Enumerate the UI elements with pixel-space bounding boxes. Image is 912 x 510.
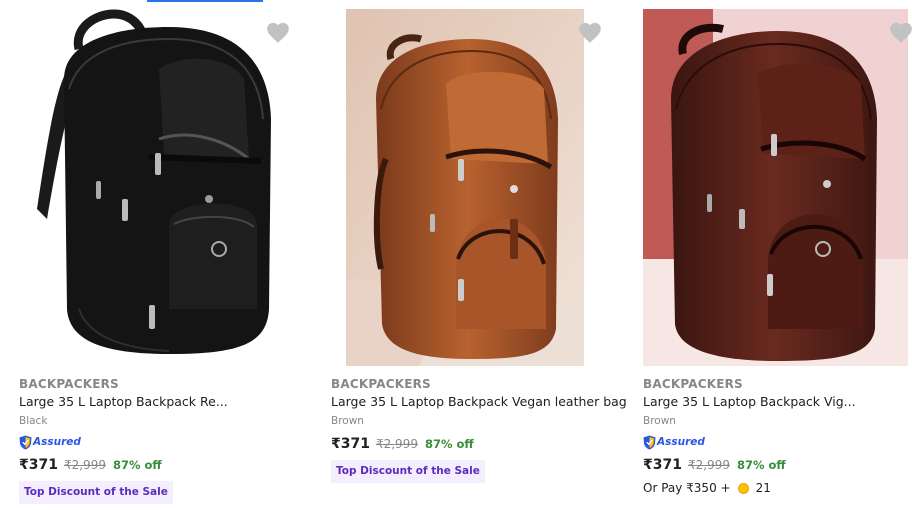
selling-price: ₹371 — [19, 457, 58, 473]
product-brand: BACKPACKERS — [19, 377, 119, 391]
product-image[interactable] — [346, 9, 584, 366]
supercoin-icon — [737, 482, 749, 494]
product-color: Black — [19, 415, 48, 427]
original-price: ₹2,999 — [687, 458, 730, 472]
price-row: ₹371 ₹2,999 87% off — [331, 436, 474, 452]
assured-label: Assured — [657, 436, 705, 448]
product-title[interactable]: Large 35 L Laptop Backpack Vegan leather… — [331, 394, 627, 409]
offer-badge: Top Discount of the Sale — [19, 481, 173, 504]
product-brand: BACKPACKERS — [331, 377, 431, 391]
product-color: Brown — [643, 415, 676, 427]
product-title[interactable]: Large 35 L Laptop Backpack Re... — [19, 394, 228, 409]
product-title[interactable]: Large 35 L Laptop Backpack Vig... — [643, 394, 856, 409]
wishlist-heart-icon[interactable] — [265, 20, 291, 46]
product-color: Brown — [331, 415, 364, 427]
assured-badge: Assured — [643, 434, 705, 450]
wishlist-heart-icon[interactable] — [888, 20, 912, 46]
coin-count: 21 — [755, 481, 771, 495]
or-pay-text: Or Pay ₹350 + — [643, 481, 731, 495]
product-image[interactable] — [643, 9, 908, 366]
selling-price: ₹371 — [331, 436, 370, 452]
product-image[interactable] — [19, 9, 287, 366]
price-row: ₹371 ₹2,999 87% off — [19, 457, 162, 473]
assured-shield-icon — [643, 435, 656, 449]
assured-label: Assured — [33, 436, 81, 448]
assured-badge: Assured — [19, 434, 81, 450]
assured-shield-icon — [19, 435, 32, 449]
discount-percent: 87% off — [112, 458, 162, 472]
original-price: ₹2,999 — [375, 437, 418, 451]
original-price: ₹2,999 — [63, 458, 106, 472]
selling-price: ₹371 — [643, 457, 682, 473]
product-card[interactable]: BACKPACKERS Large 35 L Laptop Backpack V… — [331, 0, 627, 510]
price-row: ₹371 ₹2,999 87% off — [643, 457, 786, 473]
product-card[interactable]: BACKPACKERS Large 35 L Laptop Backpack R… — [19, 0, 309, 510]
wishlist-heart-icon[interactable] — [577, 20, 603, 46]
discount-percent: 87% off — [424, 437, 474, 451]
discount-percent: 87% off — [736, 458, 786, 472]
product-brand: BACKPACKERS — [643, 377, 743, 391]
supercoin-offer: Or Pay ₹350 + 21 — [643, 481, 771, 495]
offer-badge: Top Discount of the Sale — [331, 460, 485, 483]
product-card[interactable]: BACKPACKERS Large 35 L Laptop Backpack V… — [643, 0, 912, 510]
